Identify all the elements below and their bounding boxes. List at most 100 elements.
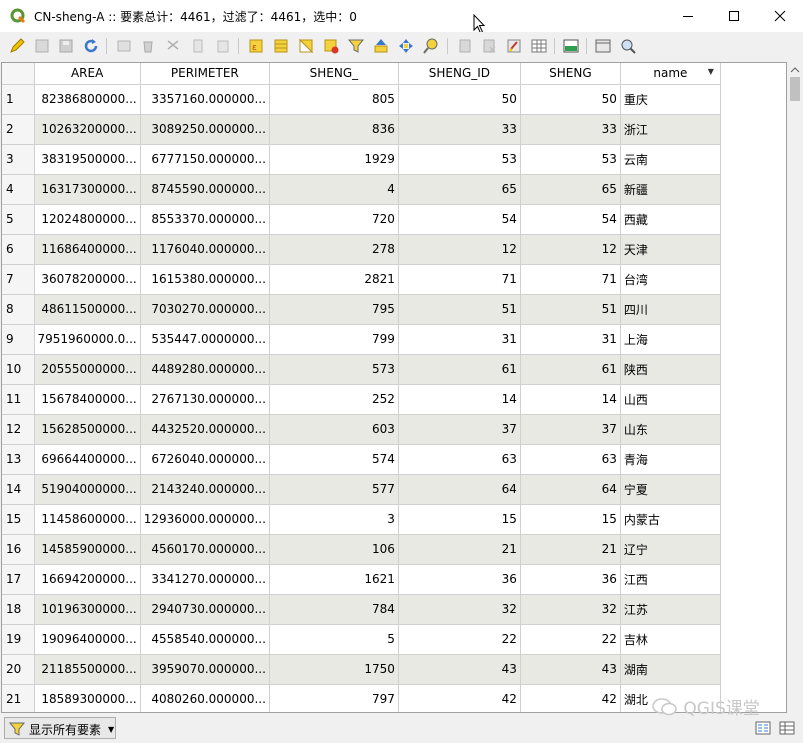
- cell-perimeter[interactable]: 4560170.000000...: [140, 534, 270, 565]
- cell-sheng[interactable]: 12: [520, 234, 621, 265]
- table-row[interactable]: 9 7951960000.0... 535447.0000000... 799 31 31…: [2, 324, 721, 355]
- cell-name[interactable]: 宁夏: [620, 474, 721, 505]
- cell-name[interactable]: 浙江: [620, 114, 721, 145]
- move-selection-top-icon[interactable]: [372, 37, 390, 55]
- cell-name[interactable]: 山西: [620, 384, 721, 415]
- row-number[interactable]: 10: [2, 354, 35, 385]
- cell-name[interactable]: 云南: [620, 144, 721, 175]
- cell-perimeter[interactable]: 1615380.000000...: [140, 264, 270, 295]
- cell-sheng_[interactable]: 795: [269, 294, 399, 325]
- field-calculator-icon[interactable]: [505, 37, 523, 55]
- select-all-icon[interactable]: [272, 37, 290, 55]
- cell-sheng-id[interactable]: 12: [398, 234, 521, 265]
- cell-sheng_[interactable]: 106: [269, 534, 399, 565]
- table-row[interactable]: 7 36078200000... 1615380.000000... 2821 71 71…: [2, 264, 721, 295]
- filter-select-icon[interactable]: [347, 37, 365, 55]
- cell-name[interactable]: 江苏: [620, 594, 721, 625]
- table-row[interactable]: 21 18589300000... 4080260.000000... 797 42 42…: [2, 684, 721, 712]
- form-view-icon[interactable]: [755, 720, 771, 736]
- row-number[interactable]: 18: [2, 594, 35, 625]
- attribute-table[interactable]: AREA PERIMETER SHENG_ SHENG_ID SHENG nam…: [1, 62, 787, 713]
- delete-field-icon[interactable]: [480, 37, 498, 55]
- table-row[interactable]: 3 38319500000... 6777150.000000... 1929 53 53…: [2, 144, 721, 175]
- table-row[interactable]: 18 10196300000... 2940730.000000... 784 32 32…: [2, 594, 721, 625]
- cell-area[interactable]: 16317300000...: [34, 174, 141, 205]
- cell-sheng[interactable]: 53: [520, 144, 621, 175]
- cell-sheng_[interactable]: 797: [269, 684, 399, 712]
- column-header-area[interactable]: AREA: [34, 63, 141, 85]
- column-header-perimeter[interactable]: PERIMETER: [140, 63, 270, 85]
- row-number[interactable]: 7: [2, 264, 35, 295]
- table-row[interactable]: 10 20555000000... 4489280.000000... 573 61 61…: [2, 354, 721, 385]
- cell-perimeter[interactable]: 12936000.000000...: [140, 504, 270, 535]
- cell-name[interactable]: 台湾: [620, 264, 721, 295]
- cell-area[interactable]: 15628500000...: [34, 414, 141, 445]
- cell-sheng[interactable]: 14: [520, 384, 621, 415]
- cell-sheng[interactable]: 54: [520, 204, 621, 235]
- cell-perimeter[interactable]: 8553370.000000...: [140, 204, 270, 235]
- row-number[interactable]: 12: [2, 414, 35, 445]
- table-view-icon[interactable]: [779, 720, 795, 736]
- cell-area[interactable]: 14585900000...: [34, 534, 141, 565]
- cell-name[interactable]: 山东: [620, 414, 721, 445]
- cell-sheng_[interactable]: 720: [269, 204, 399, 235]
- cell-sheng-id[interactable]: 22: [398, 624, 521, 655]
- cell-area[interactable]: 69664400000...: [34, 444, 141, 475]
- table-row[interactable]: 20 21185500000... 3959070.000000... 1750 43 4…: [2, 654, 721, 685]
- cell-perimeter[interactable]: 1176040.000000...: [140, 234, 270, 265]
- row-number[interactable]: 13: [2, 444, 35, 475]
- cell-sheng-id[interactable]: 37: [398, 414, 521, 445]
- row-number[interactable]: 3: [2, 144, 35, 175]
- zoom-to-selected-icon[interactable]: [422, 37, 440, 55]
- row-number[interactable]: 11: [2, 384, 35, 415]
- cell-sheng-id[interactable]: 71: [398, 264, 521, 295]
- cell-sheng_[interactable]: 1929: [269, 144, 399, 175]
- cell-sheng_[interactable]: 278: [269, 234, 399, 265]
- cell-perimeter[interactable]: 3341270.000000...: [140, 564, 270, 595]
- pan-to-selected-icon[interactable]: [397, 37, 415, 55]
- cell-sheng_[interactable]: 573: [269, 354, 399, 385]
- cell-sheng_[interactable]: 1621: [269, 564, 399, 595]
- table-row[interactable]: 12 15628500000... 4432520.000000... 603 37 37…: [2, 414, 721, 445]
- table-row[interactable]: 1 82386800000... 3357160.000000... 805 50 50 重…: [2, 84, 721, 115]
- column-header-sheng_[interactable]: SHENG_: [269, 63, 399, 85]
- cell-sheng-id[interactable]: 53: [398, 144, 521, 175]
- cell-perimeter[interactable]: 2940730.000000...: [140, 594, 270, 625]
- cell-sheng_[interactable]: 574: [269, 444, 399, 475]
- maximize-button[interactable]: [711, 0, 757, 32]
- save-edits-icon[interactable]: [57, 37, 75, 55]
- cell-sheng_[interactable]: 784: [269, 594, 399, 625]
- cell-sheng-id[interactable]: 42: [398, 684, 521, 712]
- cell-name[interactable]: 上海: [620, 324, 721, 355]
- cell-perimeter[interactable]: 3959070.000000...: [140, 654, 270, 685]
- table-row[interactable]: 5 12024800000... 8553370.000000... 720 54 54 西…: [2, 204, 721, 235]
- table-row[interactable]: 2 10263200000... 3089250.000000... 836 33 33 浙…: [2, 114, 721, 145]
- cell-sheng-id[interactable]: 15: [398, 504, 521, 535]
- cell-sheng-id[interactable]: 43: [398, 654, 521, 685]
- cell-perimeter[interactable]: 8745590.000000...: [140, 174, 270, 205]
- column-header-name[interactable]: name ▼: [620, 63, 721, 85]
- table-row[interactable]: 14 51904000000... 2143240.000000... 577 64 64…: [2, 474, 721, 505]
- cell-sheng[interactable]: 42: [520, 684, 621, 712]
- cell-perimeter[interactable]: 2143240.000000...: [140, 474, 270, 505]
- cell-perimeter[interactable]: 4432520.000000...: [140, 414, 270, 445]
- table-row[interactable]: 6 11686400000... 1176040.000000... 278 12 12 天…: [2, 234, 721, 265]
- cell-area[interactable]: 7951960000.0...: [34, 324, 141, 355]
- deselect-all-icon[interactable]: [322, 37, 340, 55]
- multi-edit-icon[interactable]: [33, 37, 51, 55]
- actions-icon[interactable]: [594, 37, 612, 55]
- paste-icon[interactable]: [214, 37, 232, 55]
- cell-name[interactable]: 西藏: [620, 204, 721, 235]
- cell-name[interactable]: 新疆: [620, 174, 721, 205]
- copy-icon[interactable]: [189, 37, 207, 55]
- cell-name[interactable]: 湖南: [620, 654, 721, 685]
- cell-name[interactable]: 四川: [620, 294, 721, 325]
- cell-name[interactable]: 青海: [620, 444, 721, 475]
- table-row[interactable]: 17 16694200000... 3341270.000000... 1621 36 3…: [2, 564, 721, 595]
- row-number[interactable]: 1: [2, 84, 35, 115]
- cell-sheng_[interactable]: 799: [269, 324, 399, 355]
- cell-perimeter[interactable]: 3089250.000000...: [140, 114, 270, 145]
- cell-perimeter[interactable]: 6726040.000000...: [140, 444, 270, 475]
- add-feature-icon[interactable]: [115, 37, 133, 55]
- cell-name[interactable]: 天津: [620, 234, 721, 265]
